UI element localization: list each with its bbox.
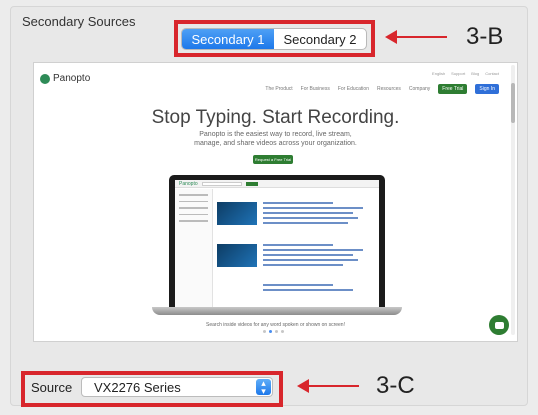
utility-link[interactable]: Blog: [471, 71, 479, 76]
site-nav: The Product For Business For Education R…: [265, 84, 499, 94]
hero-subtext-line: manage, and share videos across your org…: [194, 140, 357, 147]
app-search-box: [201, 181, 242, 186]
app-sidebar: [175, 189, 213, 307]
carousel-dot-active[interactable]: [269, 330, 272, 333]
laptop-base: [152, 307, 402, 315]
carousel-dot[interactable]: [275, 330, 278, 333]
app-topbar: Panopto: [175, 180, 379, 188]
callout-arrow-top: [385, 30, 447, 44]
panopto-logo-text: Panopto: [53, 73, 91, 84]
sign-in-button[interactable]: Sign In: [475, 84, 499, 94]
carousel-dots: [263, 330, 284, 333]
tab-secondary-2[interactable]: Secondary 2: [274, 29, 366, 49]
utility-links: English Support Blog Contact: [432, 71, 499, 76]
nav-link[interactable]: Company: [409, 86, 430, 92]
app-results: [217, 192, 375, 303]
hero-caption: Search inside videos for any word spoken…: [206, 322, 345, 328]
utility-link[interactable]: Contact: [485, 71, 499, 76]
app-screenshot: Panopto: [175, 180, 379, 307]
source-select-value: VX2276 Series: [94, 380, 181, 395]
secondary-source-preview: Panopto English Support Blog Contact The…: [33, 62, 518, 342]
panopto-logo: Panopto: [40, 73, 90, 84]
laptop-screen: Panopto: [169, 175, 385, 307]
video-thumbnail: [217, 202, 257, 225]
callout-label-bottom: 3-C: [376, 372, 415, 399]
hero-headline: Stop Typing. Start Recording.: [151, 107, 400, 128]
nav-link[interactable]: For Business: [301, 86, 330, 92]
panopto-logo-icon: [40, 73, 50, 84]
utility-link[interactable]: English: [432, 71, 445, 76]
app-logo: Panopto: [179, 180, 198, 187]
callout-label-top: 3-B: [466, 23, 504, 50]
free-trial-button[interactable]: Free Trial: [438, 84, 468, 94]
source-label: Source: [31, 380, 73, 395]
carousel-dot[interactable]: [263, 330, 266, 333]
hero-subtext: Panopto is the easiest way to record, li…: [34, 130, 517, 148]
app-record-button: [245, 181, 258, 186]
nav-link[interactable]: Resources: [377, 86, 401, 92]
section-title: Secondary Sources: [22, 14, 136, 29]
secondary-tabs: Secondary 1 Secondary 2: [181, 28, 367, 50]
source-select[interactable]: VX2276 Series ▴ ▾: [81, 377, 273, 397]
tab-secondary-1[interactable]: Secondary 1: [182, 29, 274, 49]
callout-arrow-bottom: [297, 379, 359, 393]
nav-link[interactable]: For Education: [338, 86, 369, 92]
carousel-dot[interactable]: [281, 330, 284, 333]
video-thumbnail: [217, 244, 257, 267]
request-trial-button[interactable]: Request a Free Trial: [253, 155, 293, 164]
hero-subtext-line: Panopto is the easiest way to record, li…: [199, 131, 352, 138]
nav-link[interactable]: The Product: [265, 86, 292, 92]
utility-link[interactable]: Support: [451, 71, 465, 76]
secondary-sources-screen: Secondary Sources Secondary 1 Secondary …: [0, 0, 538, 415]
chevron-up-down-icon[interactable]: ▴ ▾: [256, 379, 271, 396]
chat-icon[interactable]: [489, 315, 509, 335]
